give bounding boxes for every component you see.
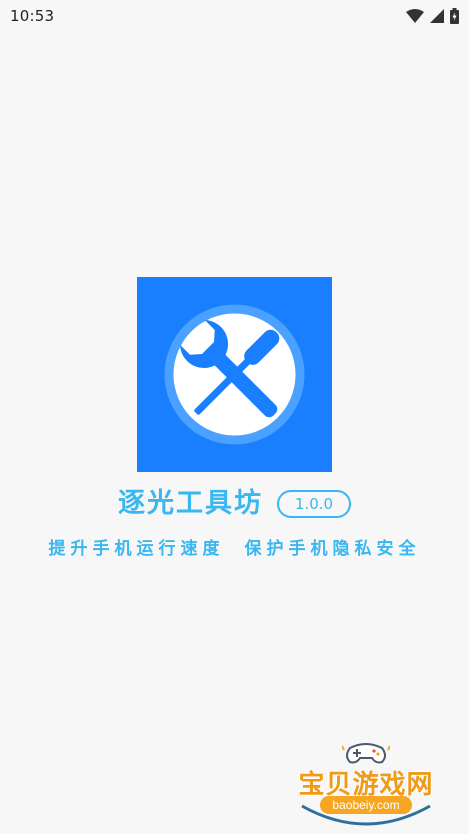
status-time: 10:53 <box>10 7 55 25</box>
slogan-right: 保护手机隐私安全 <box>244 539 421 559</box>
wrench-screwdriver-icon <box>164 304 305 445</box>
slogan: 提升手机运行速度 保护手机隐私安全 <box>0 534 469 559</box>
version-badge: 1.0.0 <box>277 490 351 518</box>
status-icons <box>406 6 459 26</box>
title-row: 逐光工具坊 1.0.0 <box>0 487 469 521</box>
signal-icon <box>430 9 444 23</box>
app-icon <box>137 277 332 472</box>
battery-icon <box>450 8 459 24</box>
watermark-arc <box>301 804 431 826</box>
gamepad-icon <box>342 743 390 764</box>
watermark: 宝贝游戏网 baobeiy.com <box>292 742 440 834</box>
slogan-left: 提升手机运行速度 <box>48 539 225 559</box>
app-title: 逐光工具坊 <box>118 488 263 519</box>
status-bar: 10:53 <box>0 0 469 32</box>
wifi-icon <box>406 9 424 23</box>
